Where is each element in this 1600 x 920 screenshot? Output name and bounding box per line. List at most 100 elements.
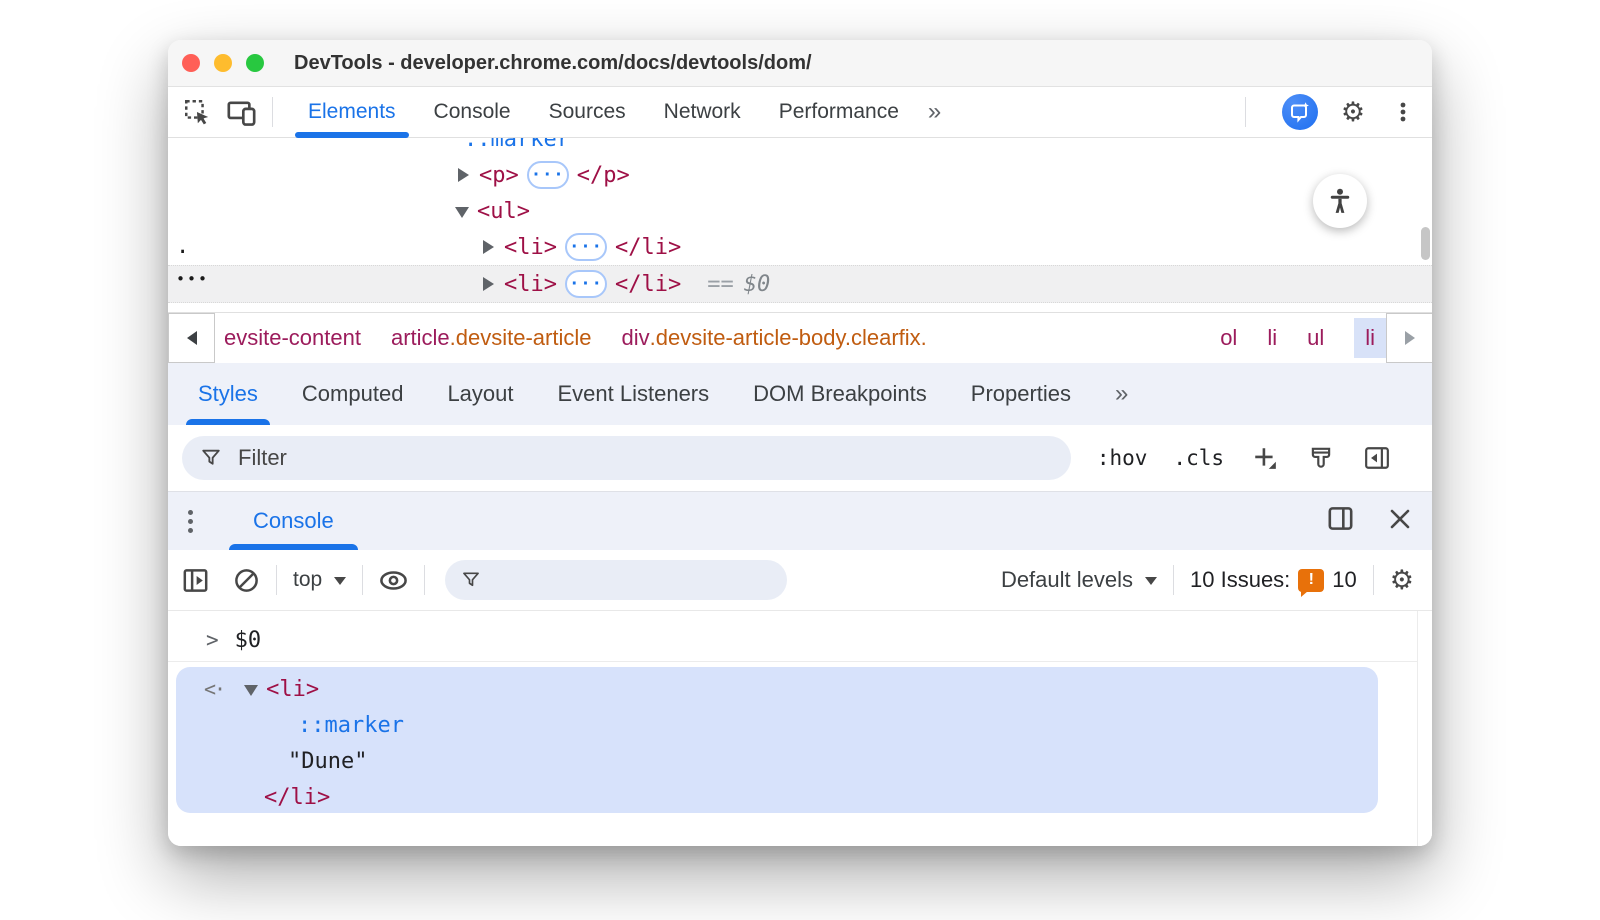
chevron-left-icon xyxy=(187,331,197,345)
issues-warning-icon: ! xyxy=(1298,569,1324,592)
dom-row-li-selected[interactable]: <li> ··· </li> == $0 xyxy=(168,265,1432,303)
chevron-down-icon xyxy=(334,577,346,585)
gutter-list-marker: ••• xyxy=(176,270,209,288)
toggle-sidebar-panel-icon[interactable] xyxy=(1362,443,1392,473)
elements-scrollbar-thumb[interactable] xyxy=(1421,227,1430,260)
breadcrumb-item-selected[interactable]: li xyxy=(1354,318,1386,358)
disclosure-expanded-icon[interactable] xyxy=(455,207,469,218)
dom-row-marker-clipped[interactable]: ::marker xyxy=(464,138,570,157)
new-style-rule-icon[interactable] xyxy=(1250,443,1280,473)
ai-assistance-icon[interactable] xyxy=(1282,94,1318,130)
more-tabs-icon[interactable]: » xyxy=(918,87,949,137)
tab-console[interactable]: Console xyxy=(415,87,530,137)
console-scrollbar-gutter[interactable] xyxy=(1417,611,1432,846)
sidebar-tabs: Styles Computed Layout Event Listeners D… xyxy=(168,363,1432,425)
dom-row-p[interactable]: <p> ··· </p> xyxy=(458,157,630,193)
filter-placeholder: Filter xyxy=(238,445,287,471)
breadcrumb-item[interactable]: div.devsite-article-body.clearfix. xyxy=(622,325,927,351)
title-bar: DevTools - developer.chrome.com/docs/dev… xyxy=(168,40,1432,87)
breadcrumb-items: evsite-content article.devsite-article d… xyxy=(215,313,1386,363)
disclosure-collapsed-icon[interactable] xyxy=(483,277,494,291)
tab-event-listeners[interactable]: Event Listeners xyxy=(536,363,732,425)
toggle-element-state-button[interactable]: :hov xyxy=(1097,446,1148,470)
expand-ellipsis-icon[interactable]: ··· xyxy=(565,270,607,298)
element-classes-button[interactable]: .cls xyxy=(1173,446,1224,470)
breadcrumb-item[interactable]: evsite-content xyxy=(224,325,361,351)
console-settings-gear-icon[interactable]: ⚙ xyxy=(1390,567,1414,594)
prompt-chevron-icon: > xyxy=(206,628,219,652)
split-panel-icon[interactable] xyxy=(1327,505,1354,537)
expand-ellipsis-icon[interactable]: ··· xyxy=(565,233,607,261)
breadcrumb-item[interactable]: ul xyxy=(1307,325,1324,351)
toolbar-divider xyxy=(272,97,273,127)
chevron-right-icon xyxy=(1405,331,1415,345)
log-levels-dropdown[interactable]: Default levels xyxy=(1001,567,1157,593)
javascript-context-dropdown[interactable]: top xyxy=(293,568,346,592)
console-result-line: <· <li> xyxy=(204,671,319,707)
show-console-sidebar-icon[interactable] xyxy=(182,567,209,594)
tab-performance[interactable]: Performance xyxy=(760,87,918,137)
rendering-brush-icon[interactable] xyxy=(1306,443,1336,473)
close-drawer-icon[interactable] xyxy=(1388,507,1412,536)
clear-console-icon[interactable] xyxy=(233,567,260,594)
toolbar-divider xyxy=(1173,565,1174,595)
tab-computed[interactable]: Computed xyxy=(280,363,426,425)
console-result-line: ::marker xyxy=(298,707,404,743)
toolbar-divider xyxy=(424,565,425,595)
console-result-line: </li> xyxy=(264,779,330,815)
console-history-entry[interactable]: > $0 xyxy=(168,619,1418,662)
kebab-menu-icon[interactable] xyxy=(1388,97,1418,127)
tab-dom-breakpoints[interactable]: DOM Breakpoints xyxy=(731,363,949,425)
breadcrumb-item[interactable]: li xyxy=(1267,325,1277,351)
console-drawer-header: Console xyxy=(168,491,1432,550)
breadcrumb-item[interactable]: article.devsite-article xyxy=(391,325,592,351)
console-result-highlighted[interactable]: <· <li> ::marker "Dune" </li> xyxy=(176,667,1378,813)
create-live-expression-icon[interactable] xyxy=(379,566,408,595)
breadcrumb-scroll-right-button[interactable] xyxy=(1386,313,1432,363)
toolbar-divider xyxy=(1373,565,1374,595)
dom-breadcrumb-bar: evsite-content article.devsite-article d… xyxy=(168,312,1432,363)
tab-sources[interactable]: Sources xyxy=(530,87,645,137)
device-toolbar-icon[interactable] xyxy=(226,97,256,127)
issues-counter[interactable]: 10 Issues: ! 10 xyxy=(1190,567,1357,593)
settings-gear-icon[interactable]: ⚙ xyxy=(1338,97,1368,127)
accessibility-person-icon xyxy=(1325,186,1355,216)
drawer-kebab-menu-icon[interactable] xyxy=(188,510,193,533)
close-window-button[interactable] xyxy=(182,54,200,72)
inspect-element-icon[interactable] xyxy=(182,97,212,127)
drawer-tab-console[interactable]: Console xyxy=(229,492,358,550)
toolbar-divider xyxy=(362,565,363,595)
accessibility-widget-button[interactable] xyxy=(1313,174,1367,228)
console-filter-input[interactable] xyxy=(445,560,787,600)
window-title: DevTools - developer.chrome.com/docs/dev… xyxy=(294,52,812,75)
zoom-window-button[interactable] xyxy=(246,54,264,72)
console-messages: > $0 <· <li> ::marker "Dune" </li> xyxy=(168,611,1432,846)
dollar-zero-reference: $0 xyxy=(744,272,771,297)
dom-row-ul[interactable]: <ul> xyxy=(455,193,530,229)
traffic-lights xyxy=(182,54,264,72)
main-panel-tabs: Elements Console Sources Network Perform… xyxy=(289,87,949,137)
devtools-toolbar: Elements Console Sources Network Perform… xyxy=(168,87,1432,138)
tab-layout[interactable]: Layout xyxy=(425,363,535,425)
disclosure-expanded-icon[interactable] xyxy=(244,685,258,696)
breadcrumb-item[interactable]: ol xyxy=(1220,325,1237,351)
disclosure-collapsed-icon[interactable] xyxy=(458,168,469,182)
styles-filter-input[interactable]: Filter xyxy=(182,436,1071,480)
disclosure-collapsed-icon[interactable] xyxy=(483,240,494,254)
elements-dom-tree: ::marker <p> ··· </p> <ul> <li> ··· </li… xyxy=(168,138,1432,312)
filter-funnel-icon xyxy=(200,447,222,469)
filter-funnel-icon xyxy=(461,570,481,590)
tab-styles[interactable]: Styles xyxy=(176,363,280,425)
devtools-window: DevTools - developer.chrome.com/docs/dev… xyxy=(168,40,1432,846)
expand-ellipsis-icon[interactable]: ··· xyxy=(527,161,569,189)
more-sidebar-tabs-icon[interactable]: » xyxy=(1093,363,1148,425)
minimize-window-button[interactable] xyxy=(214,54,232,72)
gutter-list-marker: . xyxy=(176,234,189,259)
console-command: $0 xyxy=(235,628,262,653)
toolbar-divider xyxy=(276,565,277,595)
dom-row-li-1[interactable]: <li> ··· </li> xyxy=(483,229,681,265)
tab-properties[interactable]: Properties xyxy=(949,363,1093,425)
breadcrumb-scroll-left-button[interactable] xyxy=(168,313,215,363)
tab-network[interactable]: Network xyxy=(645,87,760,137)
tab-elements[interactable]: Elements xyxy=(289,87,415,137)
